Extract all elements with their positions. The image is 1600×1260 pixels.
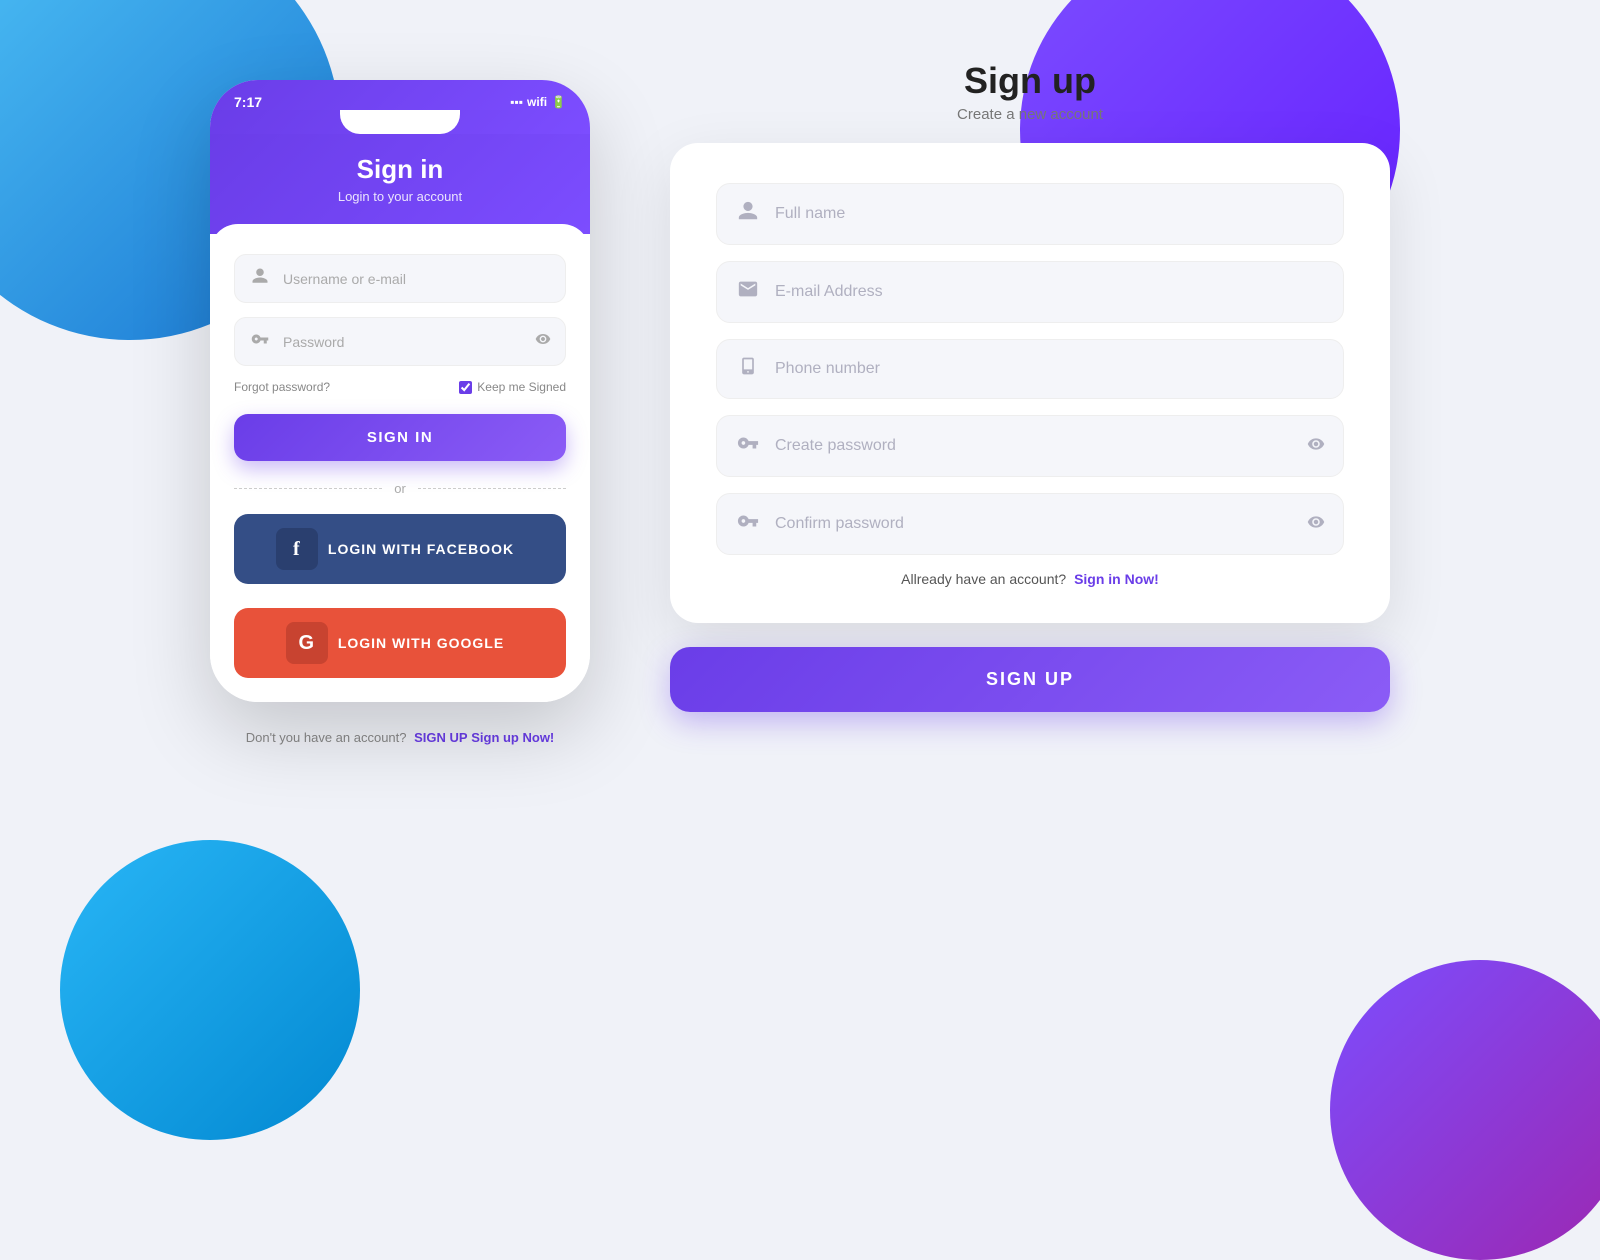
keep-signed-label[interactable]: Keep me Signed — [459, 380, 566, 394]
bg-blob-blue-bottom-left — [60, 840, 360, 1140]
signup-subtitle: Create a new account — [957, 106, 1103, 123]
keep-signed-checkbox[interactable] — [459, 381, 472, 394]
phone-body: Forgot password? Keep me Signed SIGN IN … — [210, 224, 590, 702]
fullname-icon — [735, 200, 761, 228]
email-field — [716, 261, 1344, 323]
email-input[interactable] — [775, 283, 1325, 301]
password-field — [234, 317, 566, 366]
password-input[interactable] — [283, 334, 535, 350]
email-icon — [735, 278, 761, 306]
battery-icon: 🔋 — [551, 95, 566, 109]
fullname-input[interactable] — [775, 205, 1325, 223]
signup-now-link[interactable]: SIGN UP — [414, 730, 467, 745]
password-eye-icon[interactable] — [535, 331, 551, 352]
bg-blob-purple-bottom-right — [1330, 960, 1600, 1260]
create-password-field — [716, 415, 1344, 477]
signup-title: Sign up — [957, 60, 1103, 102]
signin-button[interactable]: SIGN IN — [234, 414, 566, 461]
signup-wrapper: Sign up Create a new account — [670, 60, 1390, 712]
phone-input[interactable] — [775, 360, 1325, 378]
form-options-row: Forgot password? Keep me Signed — [234, 380, 566, 394]
create-password-eye-icon[interactable] — [1307, 435, 1325, 458]
phone-frame: 7:17 ▪▪▪ wifi 🔋 Sign in Login to your ac… — [210, 80, 590, 702]
signin-phone-wrapper: 7:17 ▪▪▪ wifi 🔋 Sign in Login to your ac… — [210, 80, 590, 745]
phone-field — [716, 339, 1344, 399]
fullname-field — [716, 183, 1344, 245]
confirm-password-input[interactable] — [775, 515, 1307, 533]
forgot-password-link[interactable]: Forgot password? — [234, 380, 330, 394]
keep-signed-text: Keep me Signed — [477, 380, 566, 394]
facebook-icon-box: f — [276, 528, 318, 570]
phone-header: Sign in Login to your account — [210, 134, 590, 234]
phone-notch — [340, 110, 460, 134]
username-field — [234, 254, 566, 303]
signin-now-link[interactable]: Sign in Now! — [1074, 571, 1159, 587]
facebook-button-label: LOGIN WITH FACEBOOK — [328, 541, 514, 557]
signup-header: Sign up Create a new account — [957, 60, 1103, 123]
phone-status-icons: ▪▪▪ wifi 🔋 — [510, 95, 566, 109]
create-password-icon — [735, 432, 761, 460]
google-button[interactable]: G LOGIN WITH GOOGLE — [234, 608, 566, 678]
signup-button[interactable]: SIGN UP — [670, 647, 1390, 712]
facebook-icon: f — [293, 538, 301, 561]
divider-line-left — [234, 488, 382, 489]
signin-bottom-text: Don't you have an account? SIGN UP Sign … — [246, 730, 555, 745]
facebook-button[interactable]: f LOGIN WITH FACEBOOK — [234, 514, 566, 584]
signup-now-link-text[interactable]: Sign up Now! — [471, 730, 554, 745]
already-account: Allready have an account? Sign in Now! — [716, 571, 1344, 587]
divider-line-right — [418, 488, 566, 489]
confirm-password-eye-icon[interactable] — [1307, 513, 1325, 536]
signin-title: Sign in — [230, 154, 570, 185]
google-button-label: LOGIN WITH GOOGLE — [338, 635, 504, 651]
phone-icon — [735, 356, 761, 382]
create-password-input[interactable] — [775, 437, 1307, 455]
key-icon — [249, 330, 271, 353]
phone-time: 7:17 — [234, 94, 262, 110]
google-icon: G — [299, 632, 316, 655]
username-input[interactable] — [283, 271, 551, 287]
signup-card: Allready have an account? Sign in Now! — [670, 143, 1390, 623]
phone-status-bar: 7:17 ▪▪▪ wifi 🔋 — [210, 80, 590, 110]
no-account-text: Don't you have an account? — [246, 730, 407, 745]
confirm-password-field — [716, 493, 1344, 555]
user-icon — [249, 267, 271, 290]
wifi-icon: wifi — [527, 95, 547, 109]
signin-subtitle: Login to your account — [230, 189, 570, 204]
signal-icon: ▪▪▪ — [510, 95, 523, 109]
already-account-text: Allready have an account? — [901, 571, 1066, 587]
divider-text: or — [394, 481, 406, 496]
divider: or — [234, 481, 566, 496]
main-container: 7:17 ▪▪▪ wifi 🔋 Sign in Login to your ac… — [0, 0, 1600, 805]
google-icon-box: G — [286, 622, 328, 664]
confirm-password-icon — [735, 510, 761, 538]
